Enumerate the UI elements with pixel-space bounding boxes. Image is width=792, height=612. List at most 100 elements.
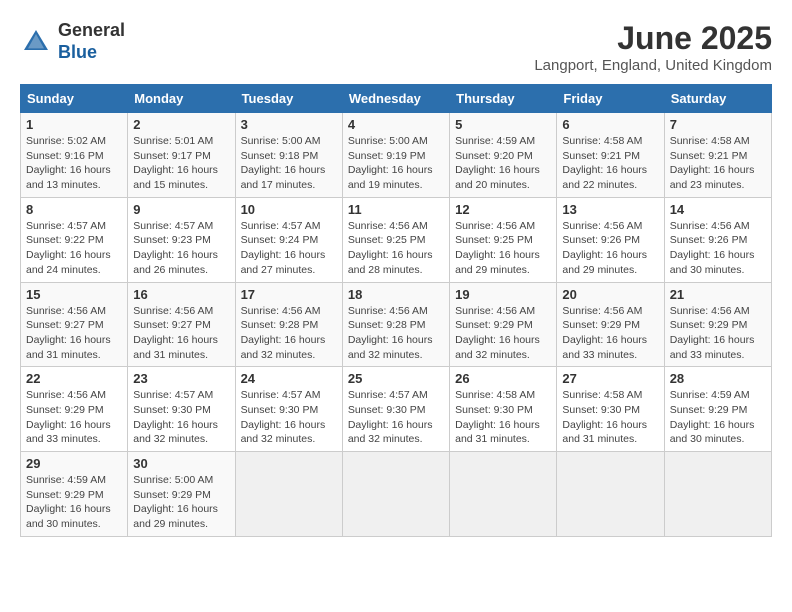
day-number: 20 [562, 287, 658, 302]
weekday-header-row: Sunday Monday Tuesday Wednesday Thursday… [21, 85, 772, 113]
header-wednesday: Wednesday [342, 85, 449, 113]
calendar-day-cell: 8 Sunrise: 4:57 AM Sunset: 9:22 PM Dayli… [21, 197, 128, 282]
calendar-day-cell: 10 Sunrise: 4:57 AM Sunset: 9:24 PM Dayl… [235, 197, 342, 282]
calendar-day-cell: 1 Sunrise: 5:02 AM Sunset: 9:16 PM Dayli… [21, 113, 128, 198]
day-detail: Sunrise: 4:56 AM Sunset: 9:28 PM Dayligh… [348, 304, 444, 363]
calendar-day-cell: 24 Sunrise: 4:57 AM Sunset: 9:30 PM Dayl… [235, 367, 342, 452]
calendar-day-cell: 30 Sunrise: 5:00 AM Sunset: 9:29 PM Dayl… [128, 452, 235, 537]
day-number: 16 [133, 287, 229, 302]
day-detail: Sunrise: 5:02 AM Sunset: 9:16 PM Dayligh… [26, 134, 122, 193]
day-detail: Sunrise: 4:56 AM Sunset: 9:27 PM Dayligh… [133, 304, 229, 363]
calendar-day-cell [235, 452, 342, 537]
calendar-day-cell: 11 Sunrise: 4:56 AM Sunset: 9:25 PM Dayl… [342, 197, 449, 282]
day-detail: Sunrise: 4:56 AM Sunset: 9:29 PM Dayligh… [26, 388, 122, 447]
day-number: 14 [670, 202, 766, 217]
day-number: 30 [133, 456, 229, 471]
logo-text: General Blue [58, 20, 125, 63]
calendar-day-cell: 29 Sunrise: 4:59 AM Sunset: 9:29 PM Dayl… [21, 452, 128, 537]
day-detail: Sunrise: 5:00 AM Sunset: 9:29 PM Dayligh… [133, 473, 229, 532]
header-thursday: Thursday [450, 85, 557, 113]
day-detail: Sunrise: 5:01 AM Sunset: 9:17 PM Dayligh… [133, 134, 229, 193]
day-number: 15 [26, 287, 122, 302]
day-number: 12 [455, 202, 551, 217]
logo-general-text: General [58, 20, 125, 42]
day-number: 10 [241, 202, 337, 217]
day-number: 18 [348, 287, 444, 302]
calendar-table: Sunday Monday Tuesday Wednesday Thursday… [20, 84, 772, 537]
day-detail: Sunrise: 4:59 AM Sunset: 9:29 PM Dayligh… [26, 473, 122, 532]
calendar-day-cell [342, 452, 449, 537]
day-detail: Sunrise: 4:56 AM Sunset: 9:25 PM Dayligh… [455, 219, 551, 278]
day-detail: Sunrise: 4:57 AM Sunset: 9:30 PM Dayligh… [241, 388, 337, 447]
calendar-day-cell [557, 452, 664, 537]
logo-icon [20, 26, 52, 58]
day-number: 19 [455, 287, 551, 302]
day-detail: Sunrise: 4:59 AM Sunset: 9:29 PM Dayligh… [670, 388, 766, 447]
header-monday: Monday [128, 85, 235, 113]
calendar-day-cell: 2 Sunrise: 5:01 AM Sunset: 9:17 PM Dayli… [128, 113, 235, 198]
day-number: 2 [133, 117, 229, 132]
day-number: 28 [670, 371, 766, 386]
day-number: 24 [241, 371, 337, 386]
day-detail: Sunrise: 4:58 AM Sunset: 9:21 PM Dayligh… [670, 134, 766, 193]
day-number: 7 [670, 117, 766, 132]
day-detail: Sunrise: 4:56 AM Sunset: 9:26 PM Dayligh… [670, 219, 766, 278]
calendar-week-row: 22 Sunrise: 4:56 AM Sunset: 9:29 PM Dayl… [21, 367, 772, 452]
calendar-day-cell: 22 Sunrise: 4:56 AM Sunset: 9:29 PM Dayl… [21, 367, 128, 452]
day-number: 6 [562, 117, 658, 132]
calendar-day-cell: 6 Sunrise: 4:58 AM Sunset: 9:21 PM Dayli… [557, 113, 664, 198]
day-number: 23 [133, 371, 229, 386]
day-number: 11 [348, 202, 444, 217]
day-number: 17 [241, 287, 337, 302]
header-friday: Friday [557, 85, 664, 113]
calendar-day-cell: 7 Sunrise: 4:58 AM Sunset: 9:21 PM Dayli… [664, 113, 771, 198]
calendar-day-cell: 18 Sunrise: 4:56 AM Sunset: 9:28 PM Dayl… [342, 282, 449, 367]
calendar-day-cell: 9 Sunrise: 4:57 AM Sunset: 9:23 PM Dayli… [128, 197, 235, 282]
calendar-week-row: 29 Sunrise: 4:59 AM Sunset: 9:29 PM Dayl… [21, 452, 772, 537]
calendar-day-cell: 26 Sunrise: 4:58 AM Sunset: 9:30 PM Dayl… [450, 367, 557, 452]
day-detail: Sunrise: 4:56 AM Sunset: 9:29 PM Dayligh… [670, 304, 766, 363]
calendar-day-cell: 20 Sunrise: 4:56 AM Sunset: 9:29 PM Dayl… [557, 282, 664, 367]
calendar-day-cell: 28 Sunrise: 4:59 AM Sunset: 9:29 PM Dayl… [664, 367, 771, 452]
day-number: 26 [455, 371, 551, 386]
calendar-day-cell: 25 Sunrise: 4:57 AM Sunset: 9:30 PM Dayl… [342, 367, 449, 452]
day-number: 27 [562, 371, 658, 386]
title-block: June 2025 Langport, England, United King… [534, 20, 772, 74]
day-number: 21 [670, 287, 766, 302]
calendar-body: 1 Sunrise: 5:02 AM Sunset: 9:16 PM Dayli… [21, 113, 772, 537]
day-detail: Sunrise: 4:56 AM Sunset: 9:29 PM Dayligh… [562, 304, 658, 363]
day-detail: Sunrise: 5:00 AM Sunset: 9:18 PM Dayligh… [241, 134, 337, 193]
calendar-day-cell: 17 Sunrise: 4:56 AM Sunset: 9:28 PM Dayl… [235, 282, 342, 367]
day-detail: Sunrise: 4:57 AM Sunset: 9:24 PM Dayligh… [241, 219, 337, 278]
logo: General Blue [20, 20, 125, 63]
page-header: General Blue June 2025 Langport, England… [20, 20, 772, 74]
month-title: June 2025 [534, 20, 772, 57]
day-detail: Sunrise: 4:58 AM Sunset: 9:30 PM Dayligh… [455, 388, 551, 447]
calendar-day-cell: 4 Sunrise: 5:00 AM Sunset: 9:19 PM Dayli… [342, 113, 449, 198]
day-number: 4 [348, 117, 444, 132]
day-number: 8 [26, 202, 122, 217]
calendar-day-cell: 12 Sunrise: 4:56 AM Sunset: 9:25 PM Dayl… [450, 197, 557, 282]
calendar-week-row: 8 Sunrise: 4:57 AM Sunset: 9:22 PM Dayli… [21, 197, 772, 282]
day-detail: Sunrise: 4:57 AM Sunset: 9:30 PM Dayligh… [133, 388, 229, 447]
calendar-week-row: 15 Sunrise: 4:56 AM Sunset: 9:27 PM Dayl… [21, 282, 772, 367]
calendar-day-cell: 23 Sunrise: 4:57 AM Sunset: 9:30 PM Dayl… [128, 367, 235, 452]
calendar-week-row: 1 Sunrise: 5:02 AM Sunset: 9:16 PM Dayli… [21, 113, 772, 198]
day-detail: Sunrise: 4:58 AM Sunset: 9:30 PM Dayligh… [562, 388, 658, 447]
day-number: 22 [26, 371, 122, 386]
calendar-day-cell: 16 Sunrise: 4:56 AM Sunset: 9:27 PM Dayl… [128, 282, 235, 367]
day-number: 25 [348, 371, 444, 386]
day-detail: Sunrise: 4:56 AM Sunset: 9:25 PM Dayligh… [348, 219, 444, 278]
calendar-day-cell [664, 452, 771, 537]
header-tuesday: Tuesday [235, 85, 342, 113]
calendar-day-cell: 13 Sunrise: 4:56 AM Sunset: 9:26 PM Dayl… [557, 197, 664, 282]
calendar-day-cell: 27 Sunrise: 4:58 AM Sunset: 9:30 PM Dayl… [557, 367, 664, 452]
day-detail: Sunrise: 4:56 AM Sunset: 9:26 PM Dayligh… [562, 219, 658, 278]
logo-blue-text: Blue [58, 42, 125, 64]
day-number: 5 [455, 117, 551, 132]
calendar-day-cell: 3 Sunrise: 5:00 AM Sunset: 9:18 PM Dayli… [235, 113, 342, 198]
day-detail: Sunrise: 4:56 AM Sunset: 9:27 PM Dayligh… [26, 304, 122, 363]
day-detail: Sunrise: 4:57 AM Sunset: 9:30 PM Dayligh… [348, 388, 444, 447]
day-detail: Sunrise: 5:00 AM Sunset: 9:19 PM Dayligh… [348, 134, 444, 193]
day-detail: Sunrise: 4:59 AM Sunset: 9:20 PM Dayligh… [455, 134, 551, 193]
